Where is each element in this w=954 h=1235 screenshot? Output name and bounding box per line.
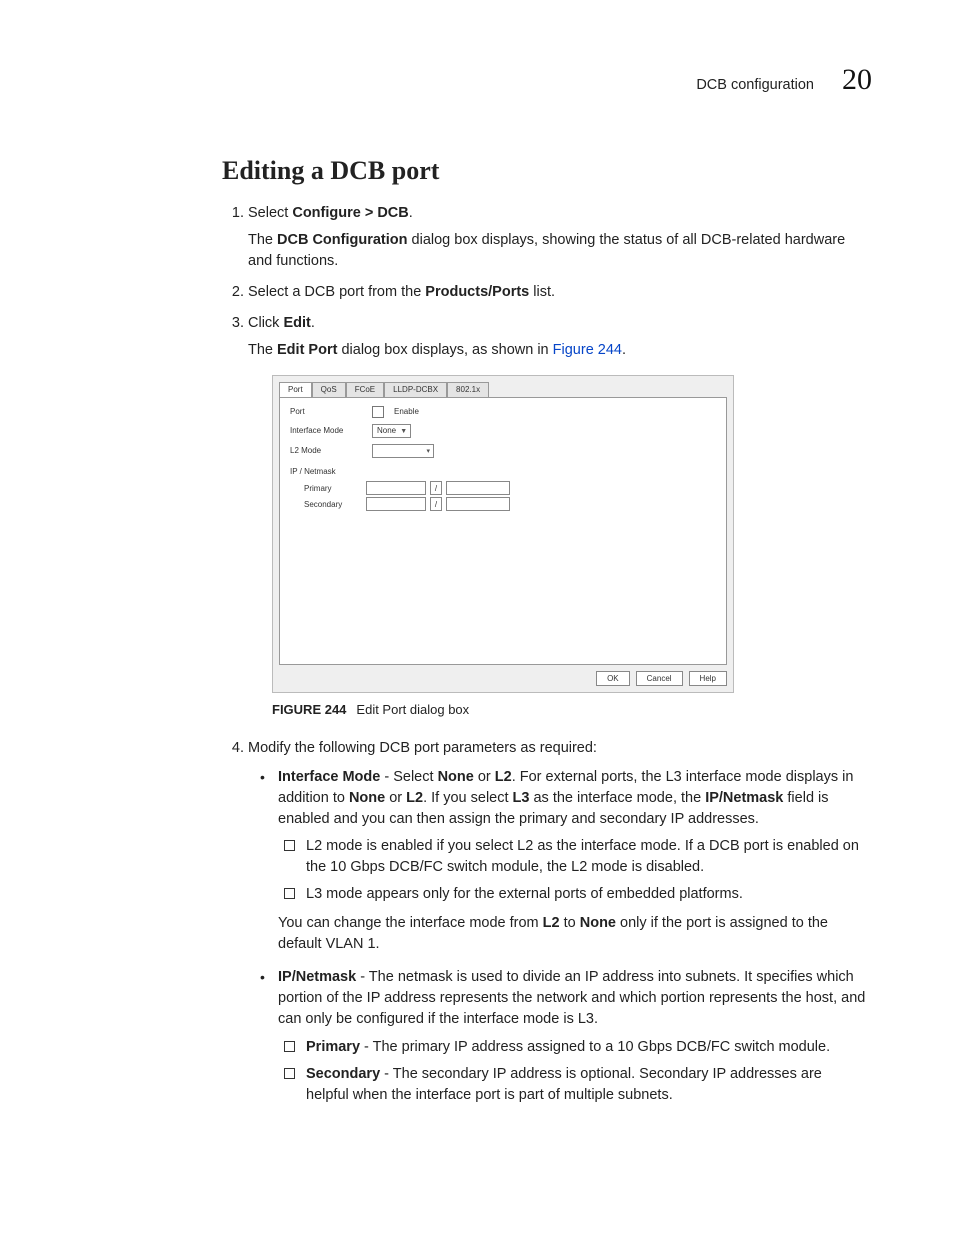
step-4: Modify the following DCB port parameters… [248,738,868,1105]
primary-label: Primary [304,483,362,495]
help-button[interactable]: Help [689,671,727,687]
cancel-button[interactable]: Cancel [636,671,683,687]
step-1: Select Configure > DCB. The DCB Configur… [248,203,868,272]
procedure-list: Select Configure > DCB. The DCB Configur… [222,203,868,1105]
step-2: Select a DCB port from the Products/Port… [248,282,868,303]
chevron-down-icon: ▼ [400,427,407,437]
tab-strip: Port QoS FCoE LLDP-DCBX 802.1x [273,376,733,397]
box-primary: Primary - The primary IP address assigne… [306,1037,868,1058]
enable-checkbox[interactable] [372,406,384,418]
ip-netmask-label: IP / Netmask [290,466,716,478]
secondary-label: Secondary [304,499,362,511]
step-3-result: The Edit Port dialog box displays, as sh… [248,340,868,361]
step-3: Click Edit. The Edit Port dialog box dis… [248,313,868,720]
running-header: DCB configuration 20 [114,58,872,102]
primary-netmask-input[interactable] [446,481,510,495]
tab-lldp-dcbx[interactable]: LLDP-DCBX [384,382,447,397]
slash-separator: / [430,481,442,495]
primary-ip-input[interactable] [366,481,426,495]
page-title: Editing a DCB port [222,152,868,190]
slash-separator: / [430,497,442,511]
running-header-title: DCB configuration [696,75,814,96]
interface-mode-select[interactable]: None ▼ [372,424,411,438]
tab-qos[interactable]: QoS [312,382,346,397]
box-l3-external: L3 mode appears only for the external po… [306,884,868,905]
figure-link[interactable]: Figure 244 [553,342,622,358]
l2-mode-label: L2 Mode [290,445,362,457]
bullet-ip-netmask: IP/Netmask - The netmask is used to divi… [278,967,868,1105]
edit-port-dialog: Port QoS FCoE LLDP-DCBX 802.1x Port Enab… [272,375,734,693]
interface-mode-label: Interface Mode [290,425,362,437]
ok-button[interactable]: OK [596,671,630,687]
figure-caption: FIGURE 244Edit Port dialog box [272,701,868,720]
tab-fcoe[interactable]: FCoE [346,382,384,397]
l2-mode-select[interactable]: ▾ [372,444,434,458]
bullet-interface-mode: Interface Mode - Select None or L2. For … [278,767,868,955]
dialog-button-bar: OK Cancel Help [273,665,733,693]
port-label: Port [290,406,362,418]
menu-path: Configure > DCB [292,205,408,221]
tab-port[interactable]: Port [279,382,312,397]
chevron-down-icon: ▾ [426,447,430,457]
box-l2-enabled: L2 mode is enabled if you select L2 as t… [306,836,868,878]
step-1-result: The DCB Configuration dialog box display… [248,230,868,272]
secondary-netmask-input[interactable] [446,497,510,511]
chapter-number: 20 [842,58,872,102]
figure-244: Port QoS FCoE LLDP-DCBX 802.1x Port Enab… [272,375,868,693]
box-secondary: Secondary - The secondary IP address is … [306,1064,868,1106]
interface-mode-note: You can change the interface mode from L… [278,913,868,955]
port-panel: Port Enable Interface Mode None ▼ [279,397,727,665]
secondary-ip-input[interactable] [366,497,426,511]
enable-label: Enable [394,406,419,418]
tab-8021x[interactable]: 802.1x [447,382,489,397]
